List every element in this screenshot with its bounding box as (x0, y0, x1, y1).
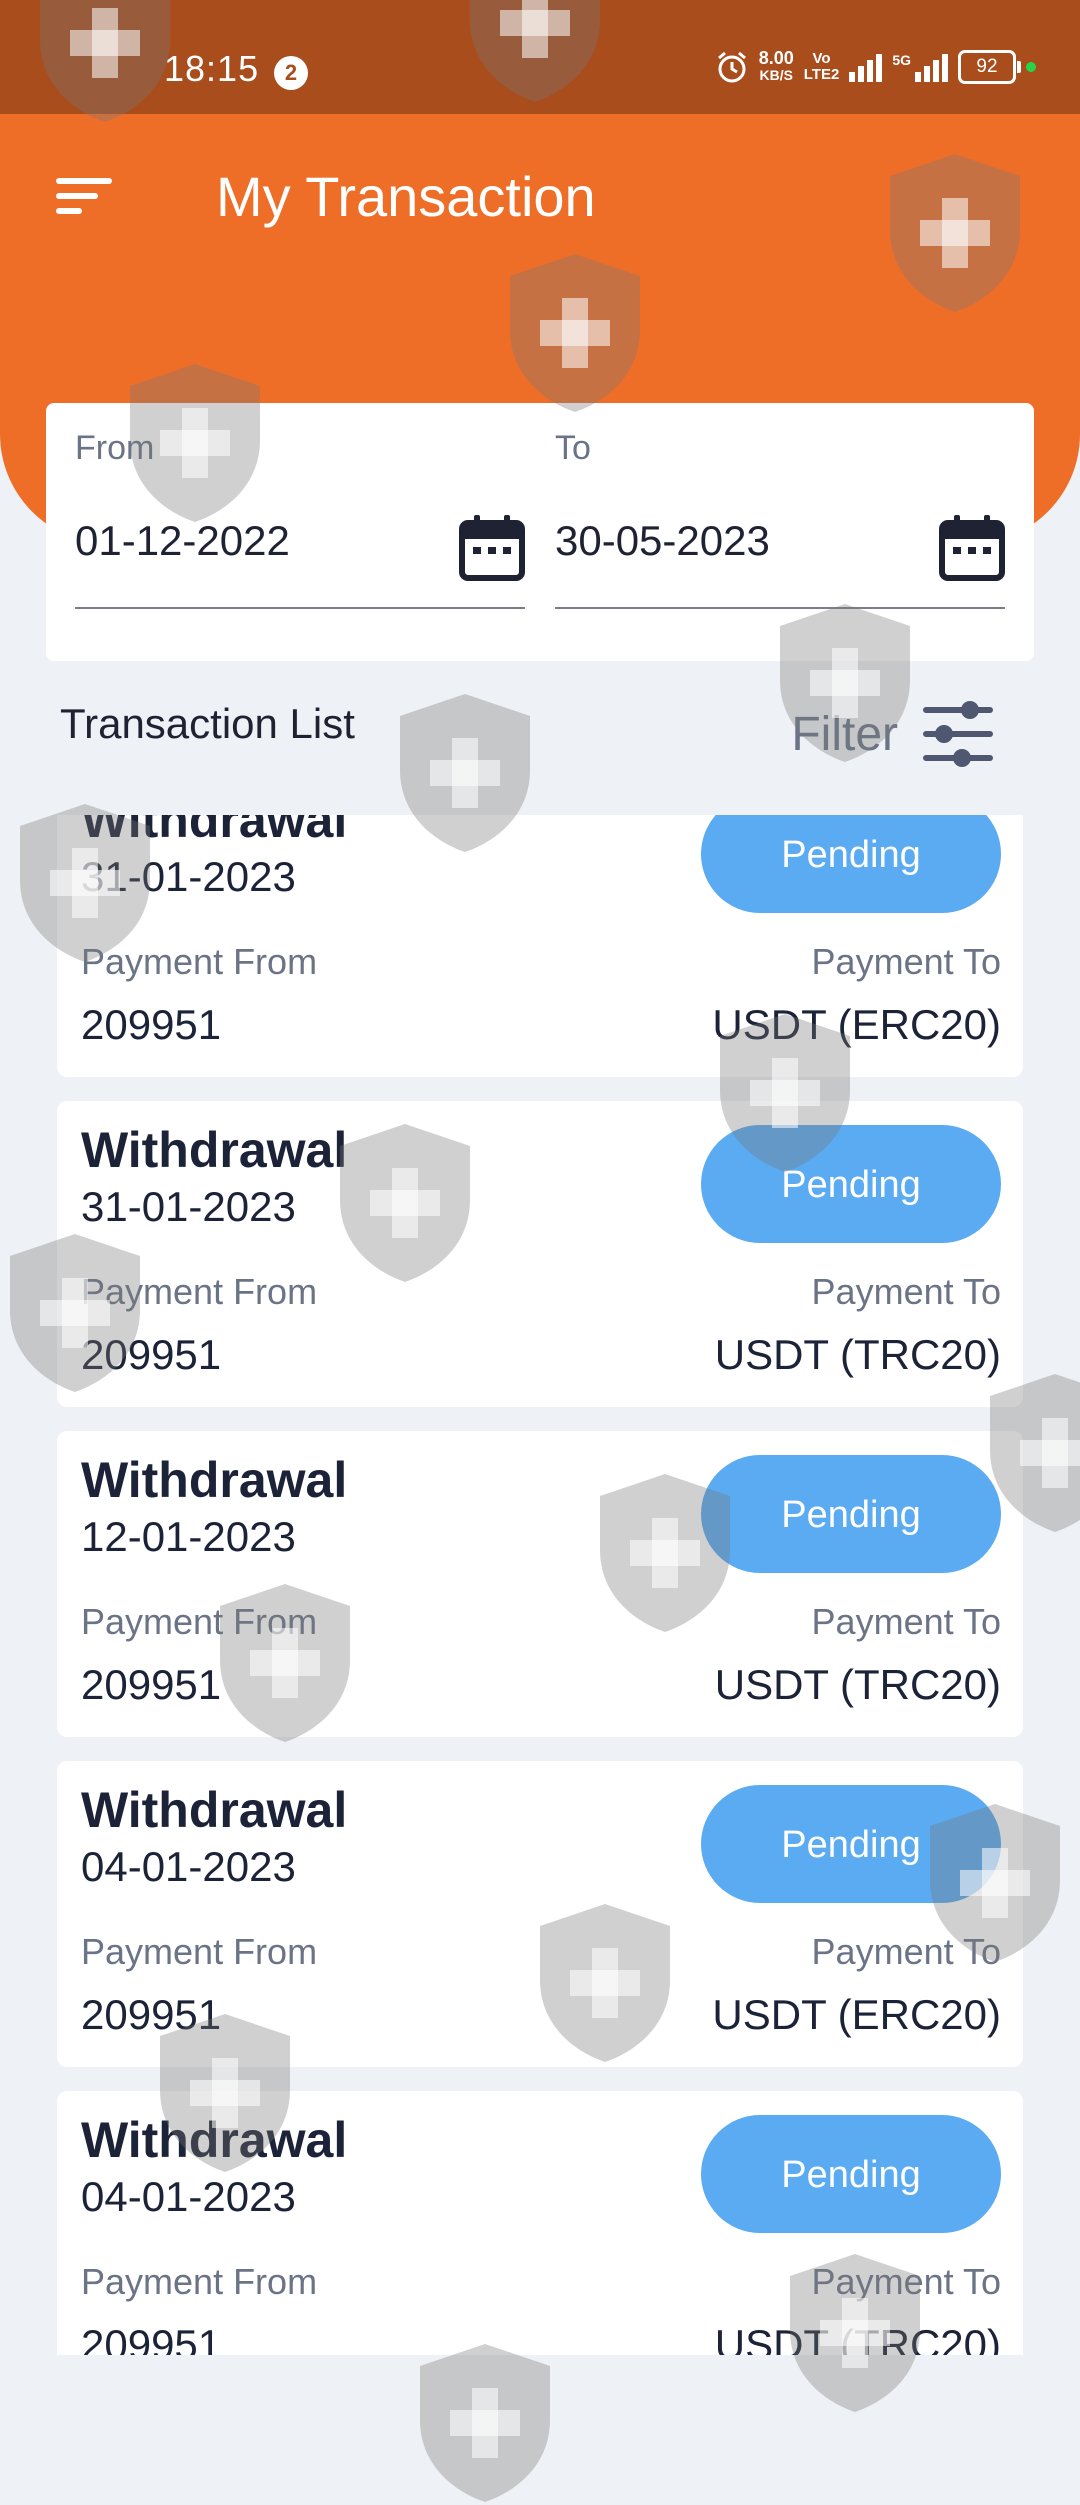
transaction-list-items: Withdrawal 31-01-2023 Pending Payment From 2… (57, 815, 1023, 2355)
network-speed-unit: KB/S (759, 67, 793, 83)
status-time: 18:15 (164, 48, 260, 89)
payment-from-value: 209951 (81, 1991, 222, 2038)
payment-from-value: 209951 (81, 1001, 222, 1048)
payment-from-label: Payment From (81, 1931, 318, 1972)
status-badge[interactable]: Pending (701, 1455, 1001, 1573)
battery-icon: 92 (958, 50, 1021, 84)
payment-to-value: USDT (ERC20) (712, 1991, 1001, 2038)
network-speed: 8.00 KB/S (758, 48, 794, 84)
filter-sliders-icon (923, 701, 993, 767)
status-badge[interactable]: Pending (701, 1785, 1001, 1903)
payment-to-value: USDT (TRC20) (714, 1661, 1001, 1708)
volte-top: Vo (812, 50, 831, 67)
notification-count-badge: 2 (274, 56, 308, 90)
payment-from-label: Payment From (81, 941, 318, 982)
payment-to-label: Payment To (811, 2261, 1001, 2302)
status-badge[interactable]: Pending (701, 815, 1001, 913)
transaction-type: Withdrawal (81, 1122, 348, 1178)
transaction-type: Withdrawal (81, 1782, 348, 1838)
signal-strength-icon (849, 52, 883, 82)
alarm-icon (717, 51, 746, 83)
payment-from-label: Payment From (81, 1271, 318, 1312)
from-date-value[interactable]: 01-12-2022 (75, 517, 290, 565)
payment-from-label: Payment From (81, 2261, 318, 2302)
transaction-date: 04-01-2023 (81, 2173, 296, 2220)
transaction-card[interactable]: Withdrawal 04-01-2023 Pending Payment From 2… (57, 2091, 1023, 2355)
transaction-card[interactable]: Withdrawal 04-01-2023 Pending Payment From 2… (57, 1761, 1023, 2067)
payment-to-value: USDT (TRC20) (714, 2321, 1001, 2355)
payment-to-label: Payment To (811, 941, 1001, 982)
network-speed-value: 8.00 (758, 48, 794, 68)
from-date-underline (75, 607, 525, 609)
status-badge[interactable]: Pending (701, 1125, 1001, 1243)
transaction-date: 04-01-2023 (81, 1843, 296, 1890)
volte-bottom: LTE2 (803, 66, 840, 83)
to-date-label: To (555, 429, 591, 467)
battery-level: 92 (976, 56, 998, 77)
volte-indicator: Vo LTE2 (804, 51, 840, 83)
filter-label: Filter (791, 707, 898, 761)
transaction-list[interactable]: Withdrawal 31-01-2023 Pending Payment From 2… (0, 815, 1080, 2355)
payment-from-value: 209951 (81, 1661, 222, 1708)
payment-to-value: USDT (ERC20) (712, 1001, 1001, 1048)
transaction-date: 31-01-2023 (81, 853, 296, 900)
payment-to-label: Payment To (811, 1271, 1001, 1312)
calendar-icon[interactable] (459, 513, 525, 581)
payment-from-value: 209951 (81, 1331, 222, 1378)
from-date-label: From (75, 429, 155, 467)
shield-plus-icon (420, 2344, 550, 2502)
payment-from-value: 209951 (81, 2321, 222, 2355)
network-type-label: 5G (892, 52, 911, 68)
transaction-card[interactable]: Withdrawal 31-01-2023 Pending Payment From 2… (57, 815, 1023, 1077)
status-indicators: 8.00 KB/S Vo LTE2 5G 92 (715, 48, 1036, 84)
from-date-field[interactable]: From 01-12-2022 (75, 429, 525, 609)
privacy-indicator-dot (1026, 62, 1036, 72)
status-badge[interactable]: Pending (701, 2115, 1001, 2233)
transaction-type: Withdrawal (81, 815, 348, 848)
transaction-list-title: Transaction List (60, 700, 355, 747)
to-date-value[interactable]: 30-05-2023 (555, 517, 770, 565)
payment-to-value: USDT (TRC20) (714, 1331, 1001, 1378)
transaction-date: 12-01-2023 (81, 1513, 296, 1560)
date-range-card: From 01-12-2022 To 30-05-2023 (46, 403, 1034, 661)
transaction-card[interactable]: Withdrawal 31-01-2023 Pending Payment From 2… (57, 1101, 1023, 1407)
calendar-icon[interactable] (939, 513, 1005, 581)
transaction-type: Withdrawal (81, 2112, 348, 2168)
page-title: My Transaction (216, 165, 596, 228)
transaction-type: Withdrawal (81, 1452, 348, 1508)
payment-to-label: Payment To (811, 1931, 1001, 1972)
signal-5g-icon: 5G (892, 52, 948, 82)
transaction-date: 31-01-2023 (81, 1183, 296, 1230)
payment-from-label: Payment From (81, 1601, 318, 1642)
filter-button[interactable]: Filter (791, 696, 996, 772)
menu-icon[interactable] (56, 178, 112, 218)
to-date-field[interactable]: To 30-05-2023 (555, 429, 1005, 609)
status-bar: 18:15 2 8.00 KB/S Vo LTE2 5G 92 (0, 0, 1080, 114)
payment-to-label: Payment To (811, 1601, 1001, 1642)
transaction-card[interactable]: Withdrawal 12-01-2023 Pending Payment From 2… (57, 1431, 1023, 1737)
to-date-underline (555, 607, 1005, 609)
